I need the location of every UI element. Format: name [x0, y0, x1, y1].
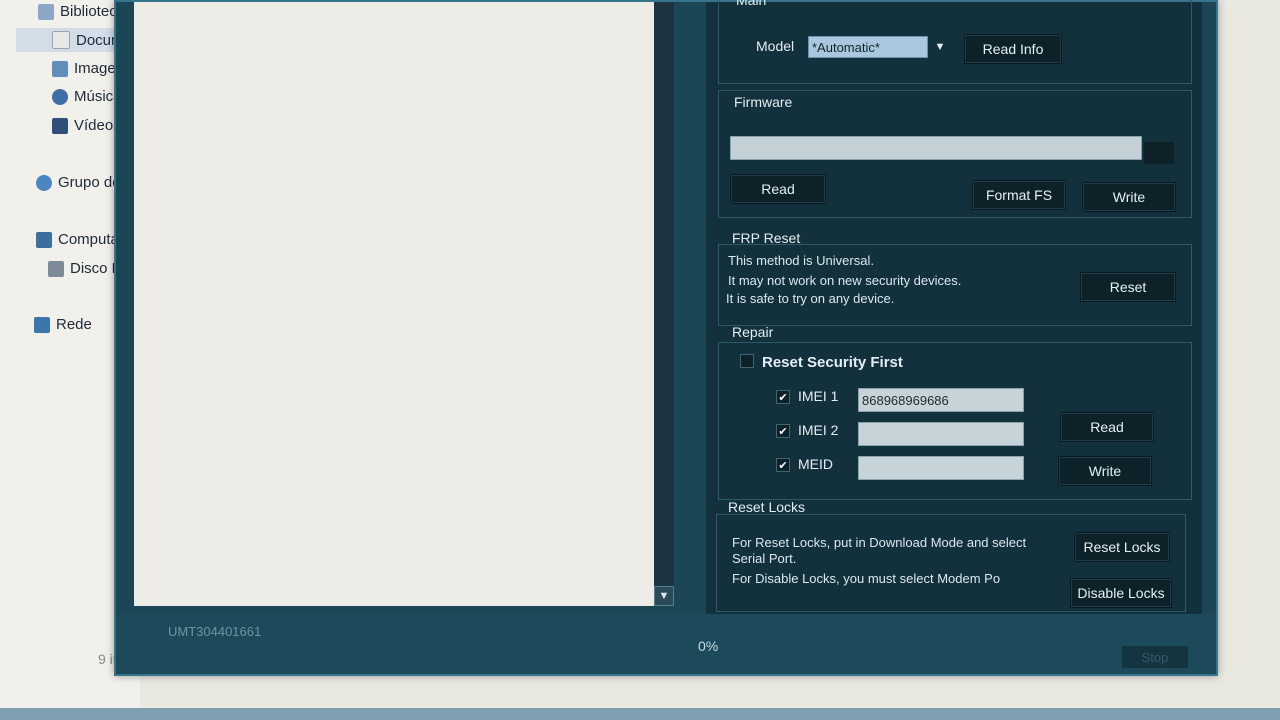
repair-read-button[interactable]: Read: [1060, 412, 1154, 442]
browse-firmware-button[interactable]: [1144, 142, 1174, 164]
nav-item-label: Grupo do: [58, 174, 121, 191]
nav-item-network[interactable]: Rede: [34, 316, 92, 333]
imei2-label: IMEI 2: [798, 422, 839, 438]
reset-security-checkbox[interactable]: [740, 354, 754, 368]
firmware-write-button[interactable]: Write: [1082, 182, 1176, 212]
reset-locks-info-line-3: For Disable Locks, you must select Modem…: [732, 571, 1001, 586]
imei1-input[interactable]: 868968969686: [858, 388, 1024, 412]
serial-number: UMT304401661: [168, 624, 262, 639]
frp-info-line-2: It may not work on new security devices.: [728, 273, 962, 288]
computer-icon: [36, 231, 52, 248]
right-panel: Main Model *Automatic* ▼ Read Info Firmw…: [706, 0, 1202, 622]
frp-reset-group-title: FRP Reset: [732, 230, 801, 246]
nav-item-local-disk[interactable]: Disco L: [48, 260, 120, 277]
log-scrollbar[interactable]: ▼: [654, 2, 674, 606]
main-group-title: Main: [736, 0, 767, 8]
chevron-down-icon[interactable]: ▼: [932, 36, 948, 58]
format-fs-button[interactable]: Format FS: [972, 180, 1066, 210]
frp-info-line-1: This method is Universal.: [728, 253, 874, 268]
stop-button[interactable]: Stop: [1122, 646, 1188, 668]
nav-item-label: Disco L: [70, 260, 121, 277]
frp-info-line-3: It is safe to try on any device.: [726, 291, 895, 306]
nav-item-label: Rede: [56, 316, 92, 333]
nav-item-music[interactable]: Música: [52, 88, 122, 105]
tool-window: ▼ Main Model *Automatic* ▼ Read Info Fir…: [114, 0, 1218, 676]
nav-item-videos[interactable]: Vídeos: [52, 117, 121, 134]
nav-item-library[interactable]: Biblioteca: [38, 3, 125, 20]
firmware-group-title: Firmware: [734, 94, 793, 110]
imei2-checkbox[interactable]: ✔: [776, 424, 790, 438]
disable-locks-button[interactable]: Disable Locks: [1070, 578, 1172, 608]
taskbar: [0, 708, 1280, 720]
repair-group-title: Repair: [732, 324, 774, 340]
nav-item-computer[interactable]: Computa: [36, 231, 119, 248]
reset-locks-button[interactable]: Reset Locks: [1074, 532, 1170, 562]
imei2-input[interactable]: [858, 422, 1024, 446]
model-label: Model: [756, 38, 795, 54]
imei1-checkbox[interactable]: ✔: [776, 390, 790, 404]
meid-input[interactable]: [858, 456, 1024, 480]
log-panel: [134, 2, 670, 606]
status-bar: UMT304401661 0% Stop: [116, 614, 1216, 674]
videos-icon: [52, 117, 68, 134]
library-icon: [38, 3, 54, 20]
music-icon: [52, 88, 68, 105]
model-select[interactable]: *Automatic*: [808, 36, 928, 58]
firmware-path-field[interactable]: [730, 136, 1142, 160]
frp-reset-button[interactable]: Reset: [1080, 272, 1176, 302]
reset-security-label: Reset Security First: [762, 354, 903, 371]
disk-icon: [48, 260, 64, 277]
documents-icon: [52, 31, 70, 49]
read-info-button[interactable]: Read Info: [964, 34, 1062, 64]
scroll-down-icon[interactable]: ▼: [654, 586, 674, 606]
reset-locks-info-line-2: Serial Port.: [732, 551, 797, 566]
nav-item-label: Computa: [58, 231, 119, 248]
reset-locks-group-title: Reset Locks: [728, 499, 806, 515]
network-icon: [34, 316, 50, 333]
firmware-read-button[interactable]: Read: [730, 174, 826, 204]
meid-checkbox[interactable]: ✔: [776, 458, 790, 472]
repair-write-button[interactable]: Write: [1058, 456, 1152, 486]
progress-percent: 0%: [698, 638, 719, 654]
imei1-label: IMEI 1: [798, 388, 839, 404]
reset-locks-info-line-1: For Reset Locks, put in Download Mode an…: [732, 535, 1027, 550]
nav-item-homegroup[interactable]: Grupo do: [36, 174, 121, 191]
meid-label: MEID: [798, 456, 833, 472]
images-icon: [52, 60, 68, 77]
homegroup-icon: [36, 174, 52, 191]
